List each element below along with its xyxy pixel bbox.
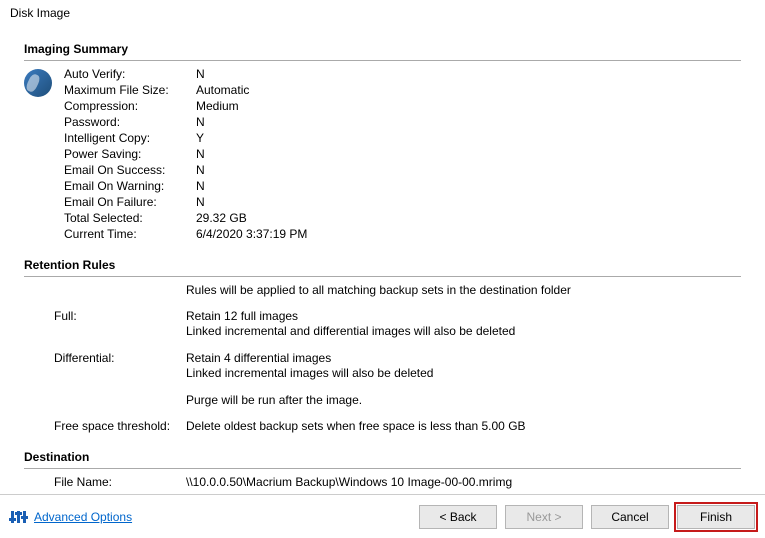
next-button: Next > bbox=[505, 505, 583, 529]
back-button[interactable]: < Back bbox=[419, 505, 497, 529]
value-current-time: 6/4/2020 3:37:19 PM bbox=[196, 227, 307, 242]
footer-bar: Advanced Options < Back Next > Cancel Fi… bbox=[0, 494, 765, 538]
value-total-selected: 29.32 GB bbox=[196, 211, 307, 226]
section-destination: Destination bbox=[24, 446, 741, 469]
retention-purge: Purge will be run after the image. bbox=[186, 393, 741, 407]
value-email-success: N bbox=[196, 163, 307, 178]
value-compression: Medium bbox=[196, 99, 307, 114]
section-imaging-summary: Imaging Summary bbox=[24, 38, 741, 61]
value-power-saving: N bbox=[196, 147, 307, 162]
section-retention-rules: Retention Rules bbox=[24, 254, 741, 277]
free-space-value: Delete oldest backup sets when free spac… bbox=[186, 419, 741, 434]
advanced-options-link[interactable]: Advanced Options bbox=[34, 510, 132, 524]
disk-icon bbox=[24, 69, 52, 97]
retention-intro: Rules will be applied to all matching ba… bbox=[186, 283, 741, 297]
sliders-icon bbox=[10, 508, 28, 526]
diff-line1: Retain 4 differential images bbox=[186, 351, 741, 366]
summary-grid: Auto Verify: N Maximum File Size: Automa… bbox=[64, 67, 307, 242]
label-intelligent-copy: Intelligent Copy: bbox=[64, 131, 196, 146]
label-differential: Differential: bbox=[24, 351, 186, 381]
finish-button[interactable]: Finish bbox=[677, 505, 755, 529]
label-auto-verify: Auto Verify: bbox=[64, 67, 196, 82]
value-password: N bbox=[196, 115, 307, 130]
label-max-file-size: Maximum File Size: bbox=[64, 83, 196, 98]
full-line2: Linked incremental and differential imag… bbox=[186, 324, 741, 339]
label-full: Full: bbox=[24, 309, 186, 339]
value-max-file-size: Automatic bbox=[196, 83, 307, 98]
value-file-name: \\10.0.0.50\Macrium Backup\Windows 10 Im… bbox=[186, 475, 741, 489]
label-current-time: Current Time: bbox=[64, 227, 196, 242]
label-email-warning: Email On Warning: bbox=[64, 179, 196, 194]
label-compression: Compression: bbox=[64, 99, 196, 114]
label-total-selected: Total Selected: bbox=[64, 211, 196, 226]
content-scroll[interactable]: Imaging Summary Auto Verify: N Maximum F… bbox=[10, 30, 755, 494]
diff-line2: Linked incremental images will also be d… bbox=[186, 366, 741, 381]
window-title: Disk Image bbox=[0, 0, 765, 30]
value-email-warning: N bbox=[196, 179, 307, 194]
value-intelligent-copy: Y bbox=[196, 131, 307, 146]
full-line1: Retain 12 full images bbox=[186, 309, 741, 324]
cancel-button[interactable]: Cancel bbox=[591, 505, 669, 529]
label-free-space: Free space threshold: bbox=[24, 419, 186, 434]
label-file-name: File Name: bbox=[24, 475, 186, 489]
label-email-failure: Email On Failure: bbox=[64, 195, 196, 210]
label-email-success: Email On Success: bbox=[64, 163, 196, 178]
label-password: Password: bbox=[64, 115, 196, 130]
value-auto-verify: N bbox=[196, 67, 307, 82]
value-email-failure: N bbox=[196, 195, 307, 210]
label-power-saving: Power Saving: bbox=[64, 147, 196, 162]
